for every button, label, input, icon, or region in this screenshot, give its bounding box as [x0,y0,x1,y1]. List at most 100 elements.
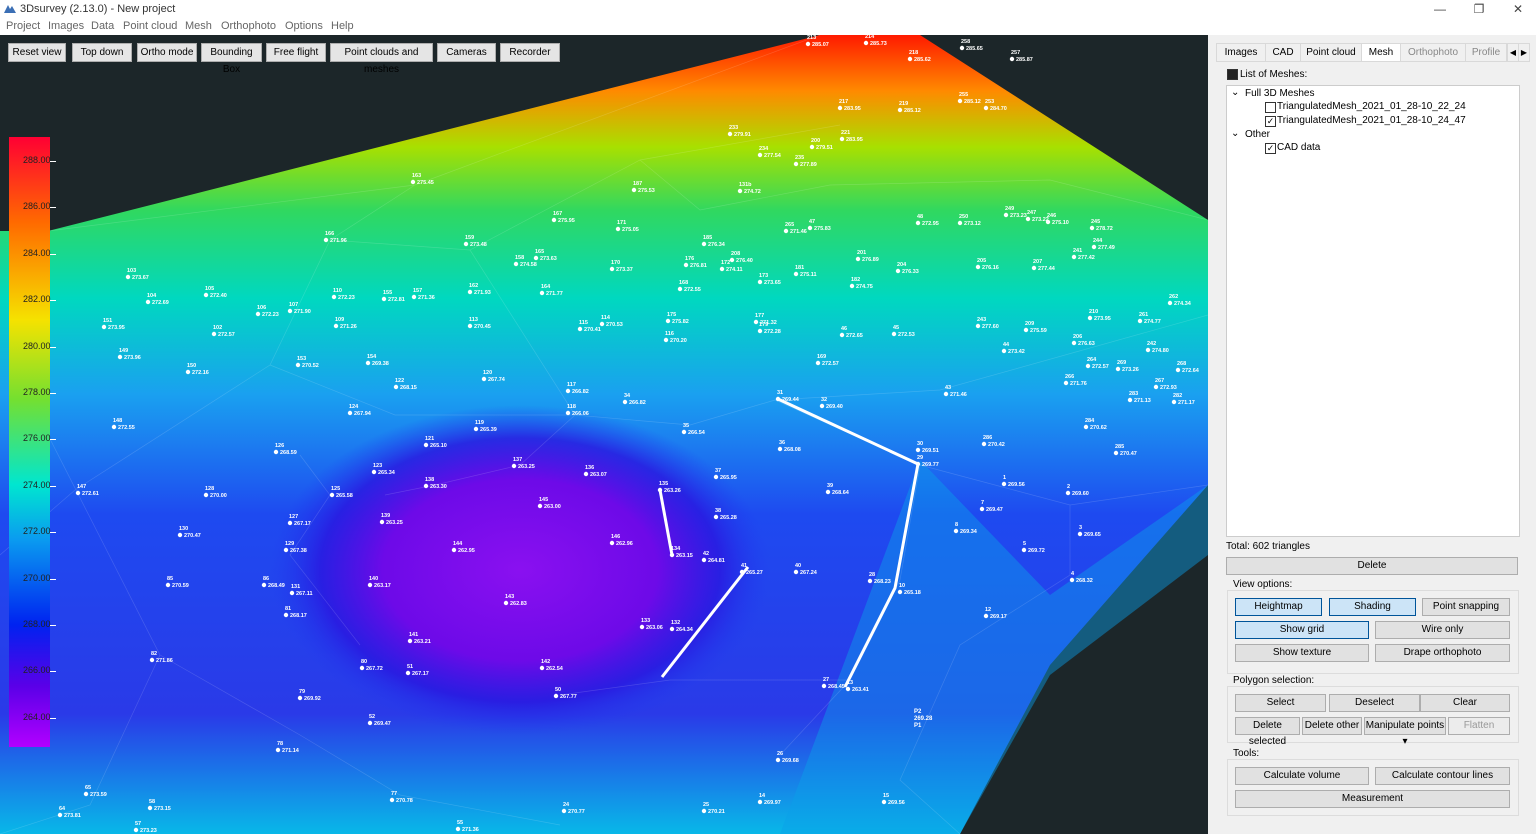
select-button[interactable]: Select [1235,694,1326,712]
bounding-box-button[interactable]: Bounding Box [201,43,262,75]
survey-point-marker[interactable] [599,321,605,327]
survey-point-marker[interactable] [367,582,373,588]
survey-point-marker[interactable] [825,489,831,495]
survey-point-marker[interactable] [622,399,628,405]
survey-point-marker[interactable] [323,237,329,243]
survey-point-marker[interactable] [701,808,707,814]
survey-point-marker[interactable] [297,695,303,701]
survey-point-marker[interactable] [165,582,171,588]
survey-point-marker[interactable] [565,410,571,416]
survey-point-marker[interactable] [511,463,517,469]
survey-point-marker[interactable] [729,257,735,263]
survey-point-marker[interactable] [481,376,487,382]
recorder-button[interactable]: Recorder [500,43,560,62]
survey-point-marker[interactable] [837,105,843,111]
survey-point-marker[interactable] [663,337,669,343]
survey-point-marker[interactable] [367,720,373,726]
survey-point-marker[interactable] [775,757,781,763]
survey-point-marker[interactable] [133,827,139,833]
survey-point-marker[interactable] [1167,300,1173,306]
survey-point-marker[interactable] [539,665,545,671]
menu-point-cloud[interactable]: Point cloud [123,20,177,32]
survey-point-marker[interactable] [775,396,781,402]
survey-point-marker[interactable] [615,226,621,232]
survey-point-marker[interactable] [819,403,825,409]
survey-point-marker[interactable] [287,520,293,526]
drape-orthophoto-button[interactable]: Drape orthophoto [1375,644,1510,662]
3d-viewport[interactable]: 213 285.07 214 285.73 218 285.62 258 285.65 257 2… [0,35,1208,834]
calculate-volume-button[interactable]: Calculate volume [1235,767,1369,785]
survey-point-marker[interactable] [405,670,411,676]
survey-point-marker[interactable] [815,360,821,366]
survey-point-marker[interactable] [915,220,921,226]
menu-options[interactable]: Options [285,20,323,32]
survey-point-marker[interactable] [665,318,671,324]
menu-project[interactable]: Project [6,20,40,32]
survey-point-marker[interactable] [1001,348,1007,354]
survey-point-marker[interactable] [117,354,123,360]
survey-point-marker[interactable] [609,266,615,272]
survey-point-marker[interactable] [727,131,733,137]
survey-point-marker[interactable] [915,447,921,453]
survey-point-marker[interactable] [467,289,473,295]
menu-orthophoto[interactable]: Orthophoto [221,20,276,32]
survey-point-marker[interactable] [149,657,155,663]
tree-item-mesh2[interactable]: TriangulatedMesh_2021_01_28-10_24_47 [1277,115,1466,126]
survey-point-marker[interactable] [371,469,377,475]
survey-point-marker[interactable] [261,582,267,588]
survey-point-marker[interactable] [75,490,81,496]
survey-point-marker[interactable] [407,638,413,644]
survey-point-marker[interactable] [410,179,416,185]
survey-point-marker[interactable] [713,474,719,480]
tab-mesh[interactable]: Mesh [1361,43,1401,62]
survey-point-marker[interactable] [915,461,921,467]
survey-point-marker[interactable] [821,683,827,689]
list-of-meshes-checkbox[interactable] [1227,69,1238,80]
survey-point-marker[interactable] [379,519,385,525]
survey-point-marker[interactable] [701,241,707,247]
survey-point-marker[interactable] [1077,531,1083,537]
survey-point-marker[interactable] [347,410,353,416]
survey-point-marker[interactable] [111,424,117,430]
survey-point-marker[interactable] [333,323,339,329]
survey-point-marker[interactable] [539,290,545,296]
survey-point-marker[interactable] [411,294,417,300]
survey-point-marker[interactable] [983,613,989,619]
menu-data[interactable]: Data [91,20,114,32]
survey-point-marker[interactable] [1091,244,1097,250]
survey-point-marker[interactable] [203,492,209,498]
survey-point-marker[interactable] [455,826,461,832]
mesh2-checkbox[interactable]: ✓ [1265,116,1276,127]
survey-point-marker[interactable] [1023,327,1029,333]
survey-point-marker[interactable] [713,514,719,520]
survey-point-marker[interactable] [1175,367,1181,373]
survey-point-marker[interactable] [701,557,707,563]
manipulate-points-dropdown[interactable]: Manipulate points ▾ [1364,717,1446,747]
survey-point-marker[interactable] [1001,481,1007,487]
survey-point-marker[interactable] [757,152,763,158]
survey-point-marker[interactable] [381,296,387,302]
survey-point-marker[interactable] [839,136,845,142]
survey-point-marker[interactable] [145,299,151,305]
survey-point-marker[interactable] [423,442,429,448]
survey-point-marker[interactable] [1153,384,1159,390]
survey-point-marker[interactable] [147,805,153,811]
survey-point-marker[interactable] [657,487,663,493]
point-snapping-button[interactable]: Point snapping [1422,598,1510,616]
survey-point-marker[interactable] [1083,424,1089,430]
menu-mesh[interactable]: Mesh [185,20,212,32]
show-texture-button[interactable]: Show texture [1235,644,1369,662]
survey-point-marker[interactable] [1021,547,1027,553]
measurement-button[interactable]: Measurement [1235,790,1510,808]
tab-point-cloud[interactable]: Point cloud [1300,43,1362,62]
survey-point-marker[interactable] [551,217,557,223]
flatten-button[interactable]: Flatten [1448,717,1510,735]
survey-point-marker[interactable] [1113,450,1119,456]
survey-point-marker[interactable] [1009,56,1015,62]
survey-point[interactable]: 257285.87 [1009,50,1033,63]
survey-point[interactable]: 258285.65 [959,39,983,52]
clear-button[interactable]: Clear [1420,694,1510,712]
wire-only-button[interactable]: Wire only [1375,621,1510,639]
survey-point-marker[interactable] [1127,397,1133,403]
free-flight-button[interactable]: Free flight [266,43,326,62]
